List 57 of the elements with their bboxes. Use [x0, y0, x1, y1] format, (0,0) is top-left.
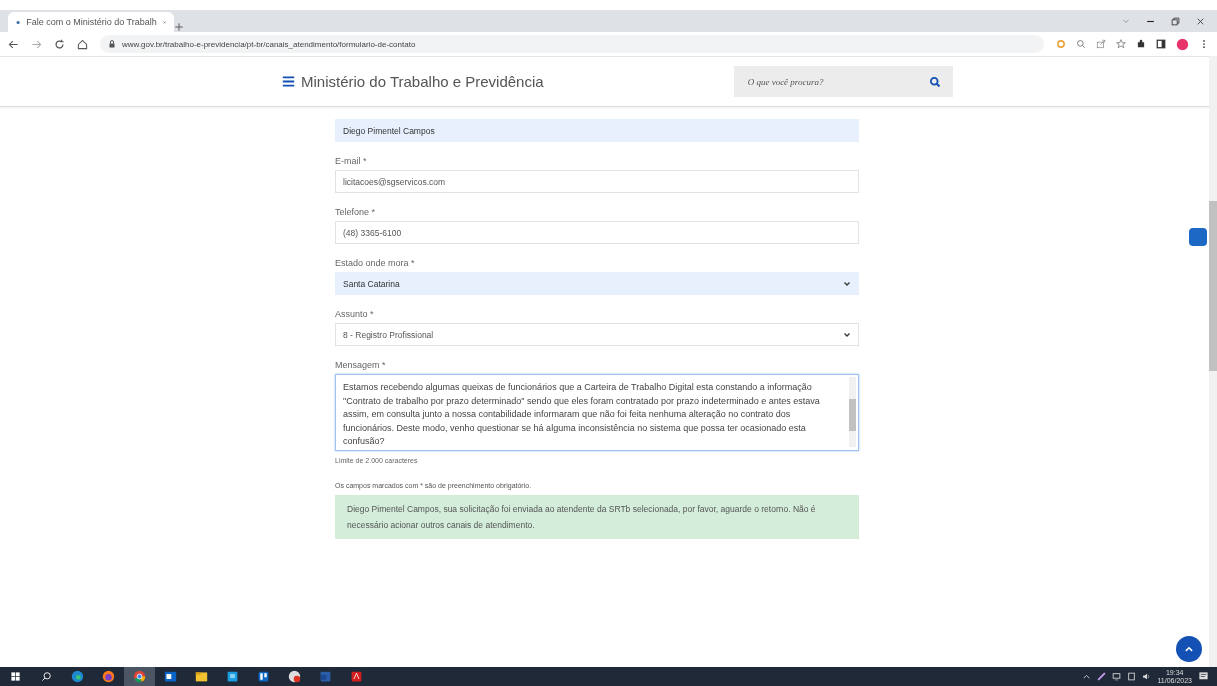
dropdown-field[interactable]: 8 - Registro Profissional [335, 323, 859, 346]
search-icon[interactable] [928, 75, 941, 88]
app-icon [226, 670, 239, 683]
chevron-down-icon [843, 279, 851, 288]
field-label: Mensagem * [335, 360, 387, 370]
back-arrow-icon[interactable] [8, 38, 19, 50]
app-icon [164, 670, 177, 683]
menu-icon[interactable] [282, 75, 295, 88]
app-icon [195, 670, 208, 683]
windows-start-icon[interactable] [10, 671, 21, 682]
field-label: Assunto * [335, 309, 375, 319]
notification-icon[interactable] [1198, 671, 1209, 682]
field-label: Estado onde mora * [335, 258, 416, 268]
input-field[interactable]: Diego Pimentel Campos [335, 119, 859, 142]
address-bar[interactable]: www.gov.br/trabalho-e-previdencia/pt-br/canais_atendimento/formulario-de-contato [100, 35, 1044, 53]
app-icon [288, 670, 301, 683]
app-icon [102, 670, 115, 683]
zoom-icon[interactable] [1076, 39, 1086, 49]
site-title[interactable]: Ministério do Trabalho e Previdência [301, 73, 544, 90]
input-field[interactable]: licitacoes@sgservicos.com [335, 170, 859, 193]
side-panel-icon[interactable] [1156, 39, 1166, 49]
speaker-icon[interactable] [1142, 672, 1152, 681]
scroll-to-top-button[interactable] [1176, 636, 1202, 662]
success-alert: Diego Pimentel Campos, sua solicitação foi enviada ao atendente da SRTb selecionada, por favor, aguarde o retorno. Não é necessário acionar outros canais de atendimento. [335, 495, 859, 539]
search-icon[interactable] [41, 671, 52, 682]
url-text: www.gov.br/trabalho-e-previdencia/pt-br/canais_atendimento/formulario-de-contato [122, 39, 416, 49]
share-icon[interactable] [1096, 39, 1106, 49]
puzzle-icon[interactable] [1136, 39, 1146, 49]
input-field[interactable]: (48) 3365-6100 [335, 221, 859, 244]
field-label: Telefone * [335, 207, 377, 217]
home-icon[interactable] [77, 38, 88, 50]
network-icon[interactable] [1127, 672, 1137, 681]
app-icon [257, 670, 270, 683]
app-icon [350, 670, 363, 683]
reload-icon[interactable] [54, 38, 65, 50]
scrollbar-thumb[interactable] [1209, 201, 1217, 371]
pen-icon[interactable] [1097, 672, 1107, 681]
new-tab-icon[interactable] [174, 22, 184, 32]
search-input[interactable]: O que você procura? [745, 75, 929, 88]
message-textarea[interactable]: Estamos recebendo algumas queixas de funcionários que a Carteira de Trabalho Digital esta constando a informação "Contrato de trabalho por prazo determinado" sendo que eles foram contratado por prazo indeterminado e antes estava assim, em consulta junto a nossa contabilidade informaram que não foi feita nenhuma alteração no contrato dos funcionários. Deste modo, venho questionar se há alguma inconsistência no sistema que possa ter ocasionado esta confusão? [335, 374, 859, 451]
app-icon [71, 670, 84, 683]
chevron-up-icon[interactable] [1082, 672, 1092, 681]
dropdown-field[interactable]: Santa Catarina [335, 272, 859, 295]
restore-icon[interactable] [1171, 16, 1180, 26]
close-icon[interactable] [1196, 16, 1205, 26]
monitor-icon[interactable] [1112, 672, 1122, 681]
lock-icon [108, 40, 116, 48]
chevron-down-icon [843, 330, 851, 339]
search-field[interactable]: O que você procura? [733, 66, 953, 97]
profile-avatar-icon[interactable] [1176, 37, 1189, 51]
app-icon [319, 670, 332, 683]
browser-tab[interactable]: Fale com o Ministério do Trabalh [8, 12, 174, 32]
field-label: E-mail * [335, 156, 368, 166]
star-icon[interactable] [1116, 39, 1126, 49]
app-icon [133, 670, 146, 683]
chevron-up-icon [1184, 644, 1194, 654]
tab-title: Fale com o Ministério do Trabalh [26, 17, 157, 27]
